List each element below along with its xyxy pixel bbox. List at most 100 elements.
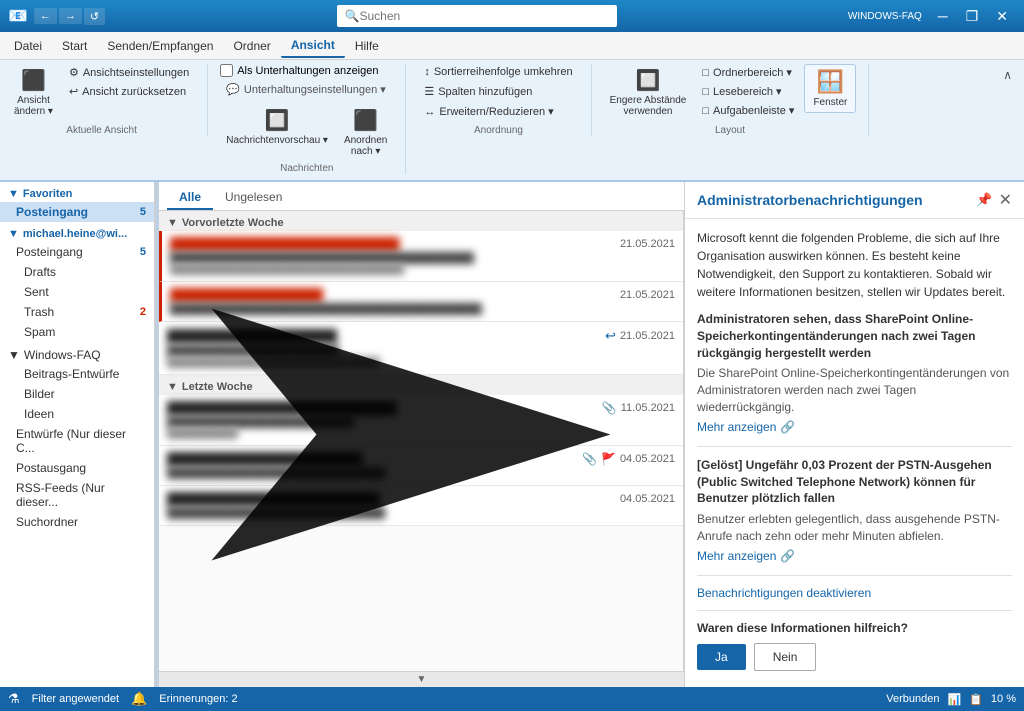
admin-yes-button[interactable]: Ja: [697, 644, 746, 670]
sidebar-item-trash[interactable]: Trash 2: [0, 302, 154, 322]
ribbon: ⬛ Ansichtändern ▾ ⚙ Ansichtseinstellunge…: [0, 60, 1024, 182]
account-chevron-icon: ▼: [8, 228, 19, 240]
email-sender: ████████████████████: [167, 329, 337, 343]
windows-faq-header[interactable]: ▼ Windows-FAQ: [0, 342, 154, 364]
menu-senden-empfangen[interactable]: Senden/Empfangen: [97, 35, 223, 57]
email-item[interactable]: ████████████████████ ↩ 21.05.2021 ██████…: [159, 322, 683, 375]
ribbon-group-label-nachrichten: Nachrichten: [280, 163, 333, 174]
erweitern-reduzieren-button[interactable]: ↔ Erweitern/Reduzieren ▾: [418, 103, 578, 120]
unterhaltungen-checkbox[interactable]: [220, 64, 233, 77]
email-item[interactable]: ███████████████████████████ 📎 11.05.2021…: [159, 395, 683, 446]
email-item[interactable]: ███████████████████████████ 21.05.2021 █…: [159, 231, 683, 282]
rss-label: RSS-Feeds (Nur dieser...: [16, 481, 146, 509]
nachrichtenvorschau-button[interactable]: 🔲 Nachrichtenvorschau ▾: [220, 104, 334, 150]
admin-intro-text: Microsoft kennt die folgenden Probleme, …: [697, 229, 1012, 301]
search-icon: 🔍: [345, 9, 360, 23]
email-item[interactable]: █████████████████████████ 04.05.2021 ███…: [159, 486, 683, 526]
nachrichten-sub-buttons: 🔲 Nachrichtenvorschau ▾ ⬛ Anordnennach ▾: [220, 104, 393, 161]
menu-start[interactable]: Start: [52, 35, 97, 57]
bilder-label: Bilder: [24, 387, 55, 401]
sidebar-item-rss[interactable]: RSS-Feeds (Nur dieser...: [0, 478, 154, 512]
ansicht-aendern-button[interactable]: ⬛ Ansichtändern ▾: [8, 64, 59, 121]
account-header[interactable]: ▼ michael.heine@wi...: [0, 222, 154, 242]
email-sender: ███████████████████████: [167, 452, 363, 466]
admin-panel-close-button[interactable]: ✕: [999, 190, 1012, 210]
connection-text: Verbunden: [886, 693, 939, 705]
restore-button[interactable]: ❐: [958, 0, 987, 32]
sidebar-item-drafts[interactable]: Drafts: [0, 262, 154, 282]
sidebar-item-sent[interactable]: Sent: [0, 282, 154, 302]
email-group-letzte[interactable]: ▼ Letzte Woche: [159, 375, 683, 395]
nav-back-button[interactable]: ←: [34, 8, 57, 24]
sidebar-item-entwuerfe[interactable]: Entwürfe (Nur dieser C...: [0, 424, 154, 458]
email-date: 21.05.2021: [620, 330, 675, 342]
ansicht-zuruecksetzen-button[interactable]: ↩ Ansicht zurücksetzen: [63, 83, 195, 100]
title-bar: 📧 ← → ↺ 🔍 WINDOWS-FAQ ─ ❐ ✕: [0, 0, 1024, 32]
email-group-vorvorletzte[interactable]: ▼ Vorvorletzte Woche: [159, 211, 683, 231]
email-list: ▼ Vorvorletzte Woche ███████████████████…: [159, 211, 684, 671]
admin-section-1-text: Die SharePoint Online-Speicherkontingent…: [697, 365, 1012, 415]
tab-alle[interactable]: Alle: [167, 186, 213, 210]
group-chevron-icon: ▼: [167, 217, 178, 229]
search-input[interactable]: [359, 9, 599, 23]
email-list-container: Alle Ungelesen ▼ Vorvorletzte Woche ████…: [159, 182, 684, 687]
panel-pin-button[interactable]: 📌: [976, 192, 992, 208]
group-vorvorletzte-label: Vorvorletzte Woche: [182, 217, 284, 229]
ribbon-group-label-anordnung: Anordnung: [474, 125, 523, 136]
list-scroll-bottom[interactable]: ▼: [159, 671, 684, 687]
ordnerbereich-button[interactable]: □ Ordnerbereich ▾: [696, 64, 800, 81]
filter-icon: ⚗: [8, 691, 20, 707]
ansichtseinstellungen-button[interactable]: ⚙ Ansichtseinstellungen: [63, 64, 195, 81]
admin-section-2-link[interactable]: Mehr anzeigen 🔗: [697, 549, 1012, 563]
menu-ordner[interactable]: Ordner: [223, 35, 280, 57]
menu-hilfe[interactable]: Hilfe: [345, 35, 389, 57]
email-item[interactable]: ██████████████████ 21.05.2021 ██████████…: [159, 282, 683, 322]
sidebar-item-ideen[interactable]: Ideen: [0, 404, 154, 424]
fenster-button[interactable]: 🪟 Fenster: [804, 64, 856, 113]
sortierreihenfolge-button[interactable]: ↕ Sortierreihenfolge umkehren: [418, 64, 578, 80]
menu-datei[interactable]: Datei: [4, 35, 52, 57]
close-button[interactable]: ✕: [988, 0, 1016, 32]
email-date: 04.05.2021: [620, 453, 675, 465]
favorites-chevron-icon: ▼: [8, 188, 19, 200]
aufgabenleiste-button[interactable]: □ Aufgabenleiste ▾: [696, 102, 800, 119]
sidebar-item-spam[interactable]: Spam: [0, 322, 154, 342]
outlook-icon: 📧: [8, 6, 28, 26]
tab-ungelesen[interactable]: Ungelesen: [213, 186, 294, 210]
lesebereich-label: Lesebereich ▾: [713, 85, 782, 98]
spalten-hinzufuegen-button[interactable]: ☰ Spalten hinzufügen: [418, 83, 578, 100]
layout-buttons: 🔲 Engere Abständeverwenden □ Ordnerberei…: [604, 64, 857, 121]
ribbon-collapse[interactable]: ∧: [999, 64, 1016, 86]
email-date: 11.05.2021: [621, 402, 675, 414]
admin-question-text: Waren diese Informationen hilfreich?: [697, 621, 1012, 635]
email-subject: ████████████████████████: [167, 416, 587, 428]
sidebar-item-beitraege[interactable]: Beitrags-Entwürfe: [0, 364, 154, 384]
sidebar-item-bilder[interactable]: Bilder: [0, 384, 154, 404]
email-preview: ██████████████████████████████: [167, 357, 587, 368]
search-bar[interactable]: 🔍: [337, 5, 617, 27]
favorites-header[interactable]: ▼ Favoriten: [0, 182, 154, 202]
lesebereich-button[interactable]: □ Lesebereich ▾: [696, 83, 800, 100]
menu-ansicht[interactable]: Ansicht: [281, 34, 345, 58]
anordnen-nach-button[interactable]: ⬛ Anordnennach ▾: [338, 104, 393, 161]
sidebar-item-suchordner[interactable]: Suchordner: [0, 512, 154, 532]
sidebar-item-posteingang[interactable]: Posteingang 5: [0, 242, 154, 262]
sidebar-item-posteingang-fav[interactable]: Posteingang 5: [0, 202, 154, 222]
deactivate-link[interactable]: Benachrichtigungen deaktivieren: [697, 586, 871, 600]
nav-forward-button[interactable]: →: [59, 8, 82, 24]
status-right: Verbunden 📊 📋 10 %: [886, 693, 1016, 706]
ribbon-group-layout: 🔲 Engere Abständeverwenden □ Ordnerberei…: [604, 64, 870, 136]
email-item[interactable]: ███████████████████████ 📎 🚩 04.05.2021 █…: [159, 446, 683, 486]
unterhaltungen-label: Als Unterhaltungen anzeigen: [237, 65, 378, 77]
refresh-button[interactable]: ↺: [84, 8, 105, 25]
admin-section-1-link[interactable]: Mehr anzeigen 🔗: [697, 420, 1012, 434]
unterhaltungseinstellungen-button[interactable]: 💬 Unterhaltungseinstellungen ▾: [220, 81, 393, 98]
external-link-icon: 🔗: [780, 420, 795, 434]
admin-no-button[interactable]: Nein: [754, 643, 817, 671]
ordnerbereich-label: Ordnerbereich ▾: [713, 66, 792, 79]
group-letzte-label: Letzte Woche: [182, 381, 253, 393]
sidebar-item-postausgang[interactable]: Postausgang: [0, 458, 154, 478]
title-bar-left: 📧 ← → ↺: [8, 6, 105, 26]
minimize-button[interactable]: ─: [930, 0, 956, 32]
engere-abstaende-button[interactable]: 🔲 Engere Abständeverwenden: [604, 64, 693, 121]
